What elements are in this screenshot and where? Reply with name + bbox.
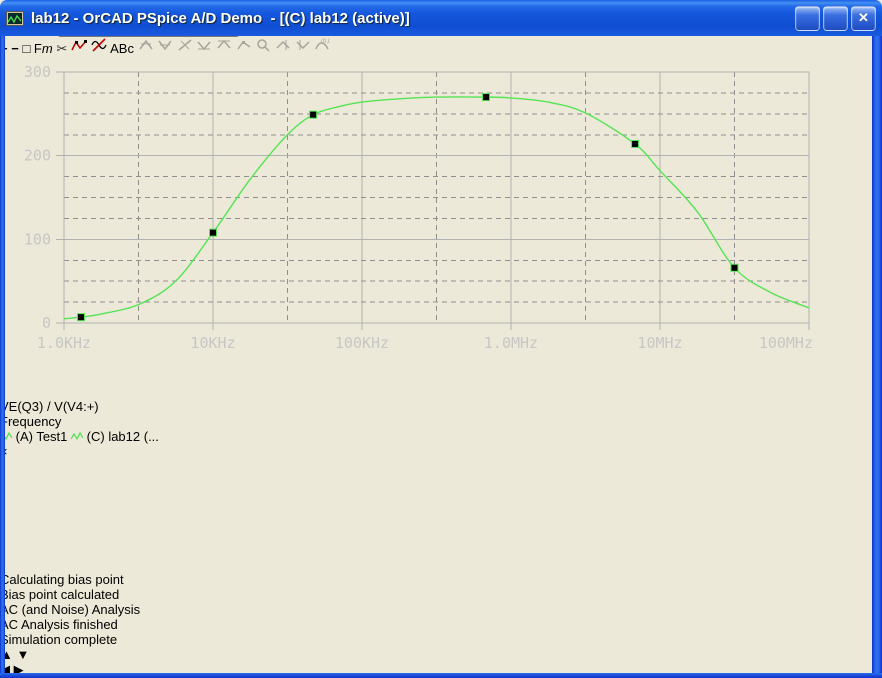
label-text-icon: ABc (110, 41, 134, 56)
zoom-area-icon: □ (22, 41, 31, 56)
label-text-button[interactable]: ABc (110, 41, 134, 56)
window-border-right (872, 36, 882, 678)
window-border-left (0, 36, 5, 678)
cursor-coords-icon: (0,0) (315, 39, 334, 50)
cursor-next-button[interactable] (275, 40, 291, 56)
mark-data-points-icon (71, 40, 87, 51)
close-button[interactable]: ✕ (851, 5, 876, 31)
cursor-point-icon (237, 40, 251, 50)
cursor-peak-icon (138, 39, 153, 50)
cursor-max-button[interactable] (216, 39, 232, 56)
zoom-out-icon: − (11, 41, 19, 56)
svg-text:(0,0): (0,0) (321, 39, 330, 45)
cursor-search-icon (257, 39, 270, 52)
svg-text:1.0KHz: 1.0KHz (37, 334, 91, 352)
zoom-out-button[interactable]: − (11, 41, 19, 56)
probe-toolbar: + − □ Fт ✂ ABc (0,0) (0, 37, 882, 57)
cursor-search-button[interactable] (255, 39, 271, 56)
chart-canvas[interactable]: 1.0KHz 10KHz 100KHz 1.0MHz 10MHz 100MHz 0 100 20… (0, 57, 815, 396)
cursor-peak-button[interactable] (138, 39, 154, 56)
document-tab-bar: (A) Test1 (C) lab12 (... (0, 429, 882, 444)
cursor-prev-button[interactable] (295, 40, 311, 56)
toggle-sine-button[interactable] (90, 38, 107, 56)
window-border-bottom (0, 673, 882, 678)
performance-analysis-icon: ✂ (56, 41, 68, 56)
cursor-min-icon (197, 41, 212, 51)
svg-text:100KHz: 100KHz (335, 334, 389, 352)
svg-text:0: 0 (42, 314, 51, 332)
svg-text:300: 300 (24, 63, 51, 81)
trace-legend[interactable]: VE(Q3) / V(V4:+) (0, 399, 882, 414)
performance-analysis-button[interactable]: ✂ (56, 41, 67, 56)
title-bar: lab12 - OrCAD PSpice A/D Demo - [(C) lab… (0, 0, 882, 36)
cursor-point-button[interactable] (236, 40, 252, 56)
output-log-list[interactable]: Calculating bias point Bias point calcul… (0, 572, 882, 647)
log-line: AC Analysis finished (0, 617, 118, 632)
fft-icon: Fт (33, 41, 53, 56)
tab-lab12-label: (C) lab12 (... (86, 429, 159, 444)
waveform-document: 1.0KHz 10KHz 100KHz 1.0MHz 10MHz 100MHz 0 100 20… (0, 57, 882, 429)
toggle-sine-icon (90, 38, 107, 52)
tab-test1-label: (A) Test1 (15, 429, 68, 444)
log-line: Bias point calculated (0, 587, 120, 602)
waveform-tab-icon (70, 429, 84, 444)
maximize-button[interactable] (823, 5, 848, 31)
scroll-down-button[interactable]: ▼ (17, 647, 30, 662)
svg-text:1.0MHz: 1.0MHz (484, 334, 538, 352)
mark-data-points-button[interactable] (71, 40, 87, 56)
tab-lab12[interactable]: (C) lab12 (... (70, 429, 159, 444)
log-line: Calculating bias point (0, 572, 124, 587)
svg-text:100: 100 (24, 230, 51, 248)
close-icon: ✕ (858, 10, 869, 25)
svg-text:10KHz: 10KHz (190, 334, 235, 352)
fft-button[interactable]: Fт (34, 41, 53, 56)
pspice-window: lab12 - OrCAD PSpice A/D Demo - [(C) lab… (0, 0, 882, 678)
log-line: AC (and Noise) Analysis (0, 602, 141, 617)
svg-text:100MHz: 100MHz (759, 334, 813, 352)
log-line: Simulation complete (0, 632, 118, 647)
probe-plot-area: 1.0KHz 10KHz 100KHz 1.0MHz 10MHz 100MHz 0 100 20… (0, 57, 882, 429)
cursor-trough-button[interactable] (157, 40, 173, 56)
cursor-max-icon (217, 39, 231, 49)
minimize-button[interactable] (795, 5, 820, 31)
app-icon (6, 10, 24, 26)
cursor-slope-button[interactable] (177, 39, 193, 56)
cursor-slope-icon (178, 39, 192, 51)
output-log-pane: Calculating bias point Bias point calcul… (0, 572, 882, 678)
output-dock-controls: × (0, 444, 882, 572)
x-axis-title: Frequency (0, 414, 62, 429)
cursor-next-icon (276, 40, 290, 50)
cursor-trough-icon (158, 40, 172, 51)
svg-text:10MHz: 10MHz (637, 334, 682, 352)
trace-legend-label: VE(Q3) / V(V4:+) (0, 399, 99, 414)
cursor-min-button[interactable] (196, 41, 212, 56)
cursor-prev-icon (296, 40, 310, 50)
svg-text:200: 200 (24, 147, 51, 165)
window-title: lab12 - OrCAD PSpice A/D Demo - [(C) lab… (31, 9, 410, 27)
tab-test1[interactable]: (A) Test1 (0, 429, 71, 444)
cursor-coords-button[interactable]: (0,0) (314, 39, 334, 56)
zoom-area-button[interactable]: □ (22, 41, 30, 56)
vertical-scrollbar[interactable]: ▲ ▼ (0, 647, 882, 662)
